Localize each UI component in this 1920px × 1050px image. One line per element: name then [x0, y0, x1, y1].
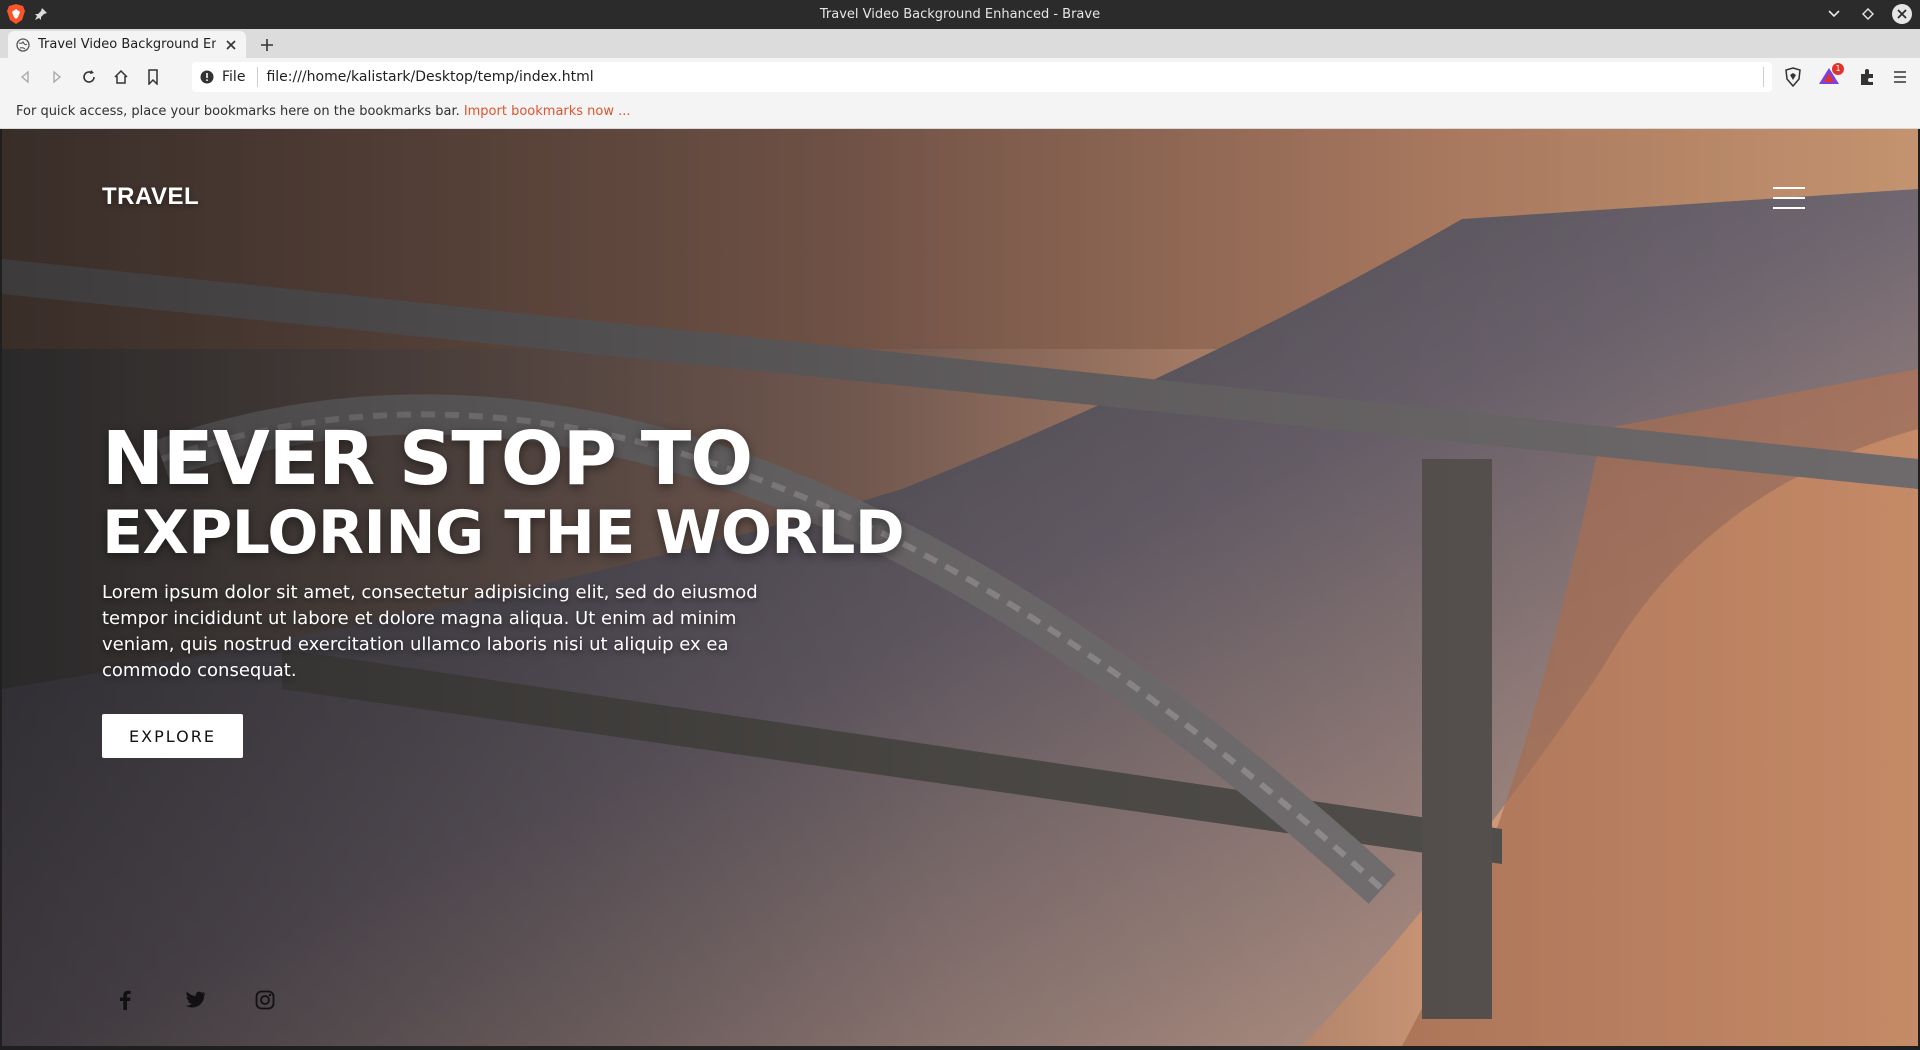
minimize-window-button[interactable]	[1824, 4, 1844, 24]
brave-logo-icon	[7, 4, 25, 24]
bookmark-button[interactable]	[140, 64, 166, 90]
menu-bar-line	[1773, 187, 1805, 189]
address-bar[interactable]: File file:///home/kalistark/Desktop/temp…	[192, 61, 1772, 92]
site-info-label: File	[222, 68, 246, 85]
url-text[interactable]: file:///home/kalistark/Desktop/temp/inde…	[266, 69, 1755, 85]
address-bar-divider	[1763, 66, 1764, 87]
hero-heading-line-2: EXPLORING THE WORLD	[102, 498, 905, 568]
new-tab-button[interactable]	[256, 34, 278, 56]
close-icon	[1897, 9, 1907, 19]
maximize-window-button[interactable]	[1858, 4, 1878, 24]
pin-icon[interactable]	[34, 7, 48, 21]
brave-rewards-button[interactable]: 1	[1818, 62, 1844, 87]
reload-icon	[83, 69, 95, 83]
facebook-icon[interactable]	[114, 989, 136, 1011]
tab-strip: Travel Video Background En	[0, 29, 1920, 58]
close-tab-icon[interactable]	[224, 38, 238, 52]
globe-icon	[16, 37, 30, 52]
tab-title: Travel Video Background En	[38, 37, 216, 52]
reload-button[interactable]	[76, 64, 102, 90]
tab-travel-video[interactable]: Travel Video Background En	[8, 31, 246, 58]
bookmarks-bar-message: For quick access, place your bookmarks h…	[16, 104, 460, 119]
info-icon	[200, 70, 214, 83]
extensions-icon[interactable]	[1858, 68, 1876, 86]
chevron-down-icon	[1828, 10, 1840, 18]
window-titlebar: Travel Video Background Enhanced - Brave	[0, 0, 1920, 29]
plus-icon	[261, 39, 273, 51]
import-bookmarks-link[interactable]: Import bookmarks now ...	[464, 104, 631, 119]
hero-heading-line-1: NEVER STOP TO	[102, 416, 753, 502]
home-icon	[114, 69, 128, 84]
social-links	[114, 989, 276, 1011]
back-arrow-icon	[20, 70, 29, 83]
forward-arrow-icon	[53, 70, 62, 83]
close-window-button[interactable]	[1892, 4, 1912, 24]
site-info-button[interactable]: File	[200, 66, 259, 87]
hero-description: Lorem ipsum dolor sit amet, consectetur …	[102, 582, 758, 681]
site-menu-toggle[interactable]	[1773, 187, 1805, 213]
menu-bar-line	[1773, 197, 1805, 199]
twitter-icon[interactable]	[184, 989, 206, 1011]
menu-bar-line	[1773, 207, 1805, 209]
explore-button[interactable]: EXPLORE	[102, 714, 243, 758]
window-title: Travel Video Background Enhanced - Brave	[819, 7, 1101, 22]
page-viewport: TRAVEL NEVER STOP TO EXPLORING THE WORLD…	[2, 129, 1918, 1046]
brave-shields-icon[interactable]	[1784, 66, 1802, 87]
bookmarks-bar: For quick access, place your bookmarks h…	[0, 95, 1920, 129]
bookmark-icon	[148, 68, 158, 85]
instagram-icon[interactable]	[254, 989, 276, 1011]
diamond-icon	[1862, 8, 1874, 20]
back-button[interactable]	[12, 64, 38, 90]
hero-heading: NEVER STOP TO EXPLORING THE WORLD	[102, 416, 905, 568]
hamburger-menu-icon[interactable]	[1892, 69, 1908, 85]
site-logo[interactable]: TRAVEL	[102, 183, 199, 211]
home-button[interactable]	[108, 64, 134, 90]
rewards-count-badge: 1	[1832, 62, 1844, 75]
forward-button[interactable]	[44, 64, 70, 90]
browser-toolbar: File file:///home/kalistark/Desktop/temp…	[0, 58, 1920, 95]
